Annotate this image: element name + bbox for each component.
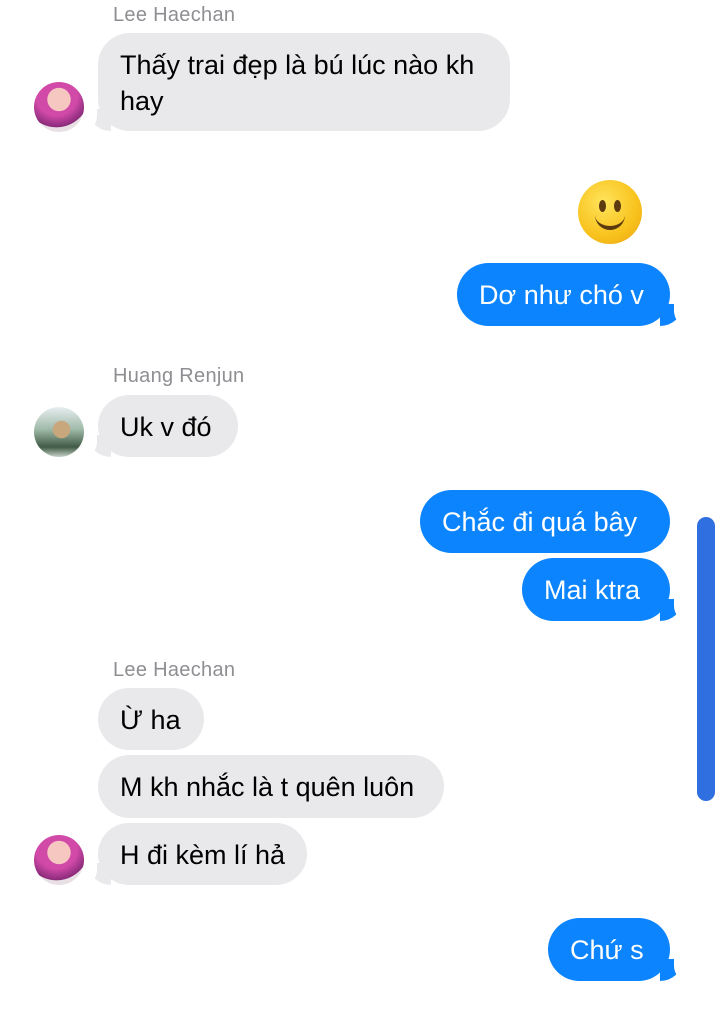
incoming-message[interactable]: Ừ ha (98, 688, 204, 750)
sender-name: Lee Haechan (113, 659, 236, 681)
outgoing-message[interactable]: Mai ktra (522, 558, 670, 621)
sender-name: Huang Renjun (113, 365, 245, 387)
incoming-message[interactable]: Thấy trai đẹp là bú lúc nào kh hay (98, 33, 510, 131)
bubble-tail (79, 109, 111, 132)
outgoing-message[interactable]: Chắc đi quá bây (420, 490, 670, 553)
avatar[interactable] (34, 835, 84, 885)
incoming-message[interactable]: M kh nhắc là t quên luôn (98, 755, 444, 818)
scrollbar[interactable] (697, 517, 715, 801)
sender-name: Lee Haechan (113, 4, 236, 26)
bubble-tail (79, 435, 111, 458)
incoming-message[interactable]: Uk v đó (98, 395, 238, 457)
outgoing-message[interactable]: Dơ như chó v (457, 263, 670, 326)
bubble-tail (660, 304, 692, 327)
slightly-smiling-face-icon[interactable] (578, 180, 642, 244)
incoming-message[interactable]: H đi kèm lí hả (98, 823, 307, 885)
outgoing-message[interactable]: Chứ s (548, 918, 670, 981)
bubble-tail (660, 599, 692, 622)
avatar[interactable] (34, 407, 84, 457)
bubble-tail (79, 863, 111, 886)
avatar[interactable] (34, 82, 84, 132)
bubble-tail (660, 959, 692, 982)
